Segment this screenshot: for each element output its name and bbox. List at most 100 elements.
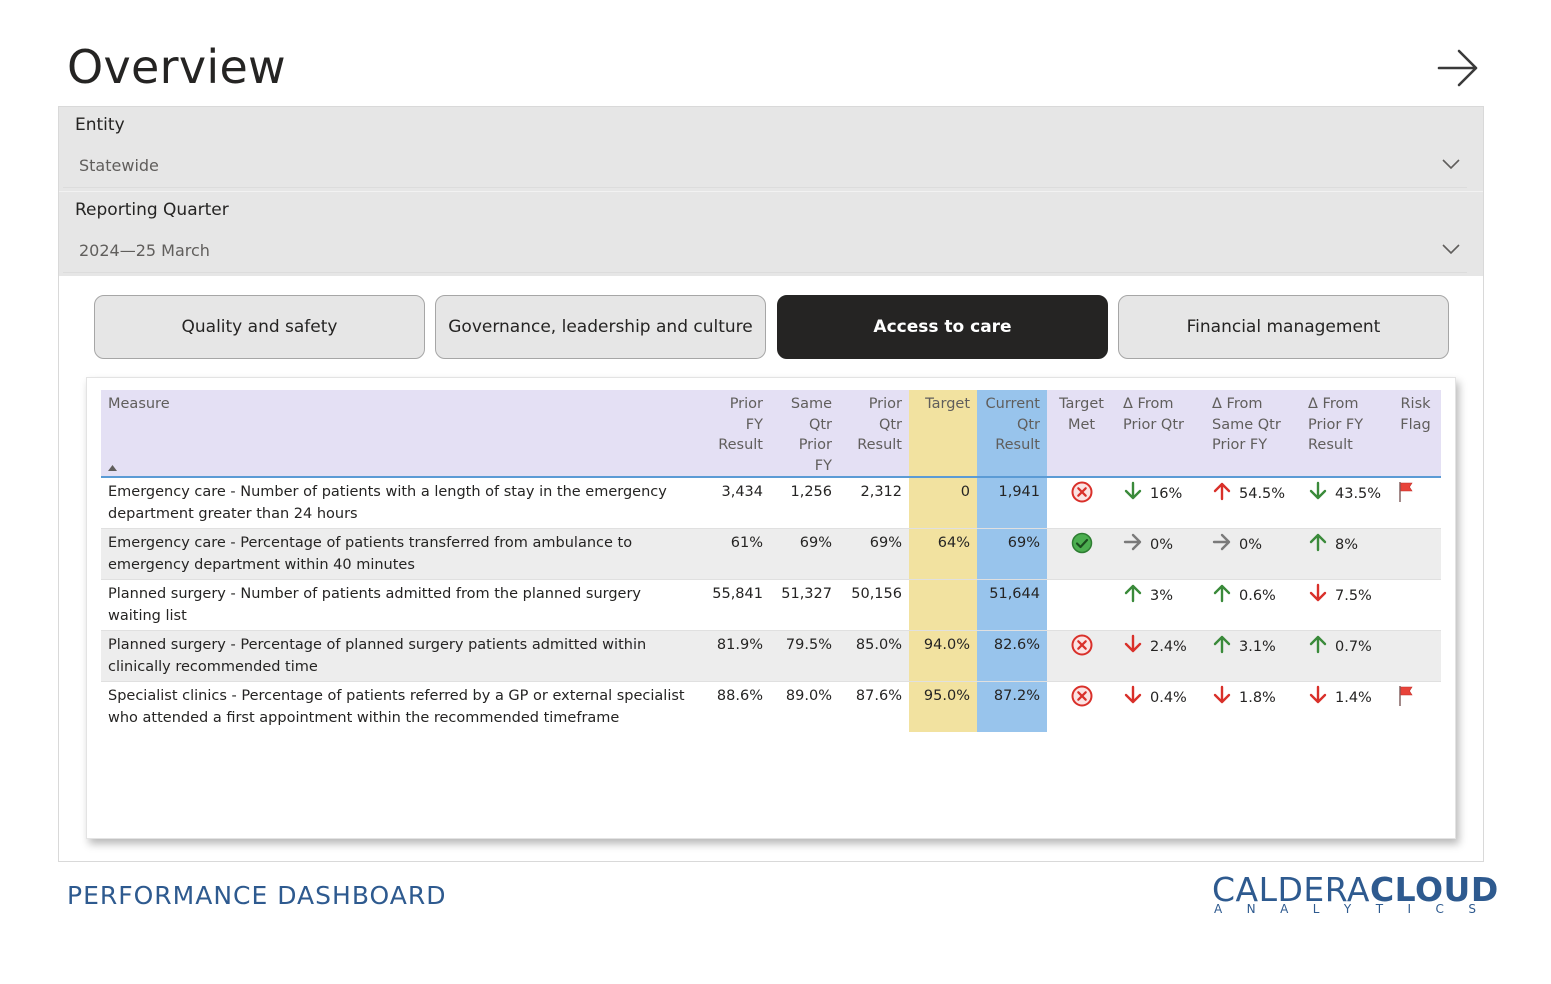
risk-flag-icon xyxy=(1399,686,1413,706)
delta-value: 1.4% xyxy=(1335,690,1372,706)
quarter-slicer: Reporting Quarter 2024—25 March xyxy=(59,192,1483,276)
cell-delta-prior-fy: 1.4% xyxy=(1301,682,1390,733)
logo-subtitle: ANALYTICS xyxy=(1214,902,1476,916)
cell-same-qtr: 69% xyxy=(770,528,839,580)
col-header-delta-same-qtr[interactable]: Δ From Same Qtr Prior FY xyxy=(1205,390,1301,478)
footer-title: PERFORMANCE DASHBOARD xyxy=(67,881,447,910)
delta-value: 0% xyxy=(1239,537,1263,553)
risk-flag-icon xyxy=(1399,482,1413,502)
cell-delta-prior-qtr: 2.4% xyxy=(1116,630,1205,682)
logo-subtitle-letter: A xyxy=(1280,902,1289,916)
entity-label: Entity xyxy=(75,115,125,135)
delta-value: 43.5% xyxy=(1335,486,1382,502)
cell-target-met xyxy=(1047,630,1116,682)
col-header-prior-fy[interactable]: Prior FY Result xyxy=(701,390,770,478)
cell-prior-qtr: 87.6% xyxy=(855,688,902,704)
col-header-delta-prior-fy[interactable]: Δ From Prior FY Result xyxy=(1301,390,1390,478)
table-row[interactable]: Planned surgery - Percentage of planned … xyxy=(101,630,1441,682)
cell-prior-fy: 3,434 xyxy=(721,484,763,500)
tab-financial-management[interactable]: Financial management xyxy=(1118,295,1449,359)
cell-risk-flag xyxy=(1390,477,1441,529)
col-header-target[interactable]: Target xyxy=(909,390,977,478)
cell-current: 87.2% xyxy=(977,681,1047,732)
arrow-right-icon[interactable] xyxy=(1434,44,1482,92)
arrow-down-icon xyxy=(1309,481,1327,500)
arrow-down-icon xyxy=(1309,685,1327,704)
cell-current: 69% xyxy=(977,528,1047,580)
delta-value: 0.7% xyxy=(1335,639,1372,655)
table-row[interactable]: Emergency care - Percentage of patients … xyxy=(101,528,1441,580)
delta-value: 2.4% xyxy=(1150,639,1187,655)
col-header-prior-qtr[interactable]: Prior Qtr Result xyxy=(839,390,909,478)
table-row[interactable]: Specialist clinics - Percentage of patie… xyxy=(101,681,1441,733)
target-missed-x-icon xyxy=(1071,481,1092,503)
col-header-risk-flag[interactable]: Risk Flag xyxy=(1390,390,1441,478)
target-missed-x-icon xyxy=(1071,634,1092,656)
cell-risk-flag xyxy=(1390,528,1441,580)
cell-risk-flag xyxy=(1390,580,1441,631)
logo-subtitle-letter: I xyxy=(1407,902,1412,916)
chevron-down-icon xyxy=(1442,244,1460,255)
cell-measure: Planned surgery - Percentage of planned … xyxy=(101,630,701,682)
table-body: Emergency care - Number of patients with… xyxy=(101,477,1441,732)
cell-same-qtr: 79.5% xyxy=(770,630,839,682)
quarter-dropdown[interactable]: 2024—25 March xyxy=(63,230,1467,273)
cell-prior-fy: 81.9% xyxy=(701,630,770,682)
cell-delta-same-qtr: 3.1% xyxy=(1205,630,1301,682)
logo-subtitle-letter: L xyxy=(1312,902,1320,916)
cell-risk-flag xyxy=(1390,682,1441,733)
table-row[interactable]: Planned surgery - Number of patients adm… xyxy=(101,579,1441,631)
tab-access-to-care[interactable]: Access to care xyxy=(777,295,1108,359)
delta-value: 1.8% xyxy=(1239,690,1276,706)
cell-delta-same-qtr: 0% xyxy=(1205,528,1301,580)
logo-subtitle-letter: T xyxy=(1375,902,1384,916)
col-header-measure[interactable]: Measure xyxy=(101,390,701,478)
arrow-up-icon xyxy=(1124,584,1142,603)
cell-delta-prior-qtr: 3% xyxy=(1116,580,1205,631)
cell-target-met xyxy=(1047,580,1116,631)
cell-prior-fy: 88.6% xyxy=(716,688,763,704)
entity-dropdown[interactable]: Statewide xyxy=(63,145,1467,188)
tab-quality-and-safety[interactable]: Quality and safety xyxy=(94,295,425,359)
arrow-down-icon xyxy=(1309,583,1327,602)
col-header-target-met[interactable]: Target Met xyxy=(1047,390,1116,478)
arrow-up-icon xyxy=(1309,635,1327,654)
arrow-down-icon xyxy=(1124,685,1142,704)
entity-slicer: Entity Statewide xyxy=(59,107,1483,192)
cell-risk-flag xyxy=(1390,630,1441,682)
arrow-up-icon xyxy=(1213,635,1231,654)
cell-delta-prior-fy: 8% xyxy=(1301,528,1390,580)
cell-same-qtr: 1,256 xyxy=(790,484,832,500)
delta-value: 0% xyxy=(1150,537,1174,553)
measures-table-card: Measure Prior FY Result Same Qtr Prior F… xyxy=(86,377,1456,839)
arrow-flat-icon xyxy=(1212,533,1231,551)
delta-value: 7.5% xyxy=(1335,588,1372,604)
cell-target-met xyxy=(1047,477,1116,529)
tab-governance-leadership-culture[interactable]: Governance, leadership and culture xyxy=(435,295,766,359)
delta-value: 0.6% xyxy=(1239,588,1276,604)
chevron-down-icon xyxy=(1442,159,1460,170)
logo-subtitle-letter: C xyxy=(1435,902,1444,916)
col-header-delta-prior-qtr[interactable]: Δ From Prior Qtr xyxy=(1116,390,1205,478)
cell-prior-qtr: 2,312 xyxy=(860,484,902,500)
cell-prior-qtr: 85.0% xyxy=(839,630,909,682)
col-header-current[interactable]: Current Qtr Result xyxy=(977,390,1047,478)
arrow-up-icon xyxy=(1213,482,1231,501)
cell-current: 51,644 xyxy=(977,579,1047,631)
target-met-check-icon xyxy=(1071,532,1092,554)
delta-value: 0.4% xyxy=(1150,690,1187,706)
cell-delta-prior-qtr: 0% xyxy=(1116,528,1205,580)
entity-value: Statewide xyxy=(79,156,159,175)
table-row[interactable]: Emergency care - Number of patients with… xyxy=(101,477,1441,529)
col-header-same-qtr[interactable]: Same Qtr Prior FY xyxy=(770,390,839,478)
delta-value: 3.1% xyxy=(1239,639,1276,655)
col-header-measure-label: Measure xyxy=(108,396,170,412)
cell-target xyxy=(909,579,977,631)
cell-measure: Specialist clinics - Percentage of patie… xyxy=(108,688,685,726)
measures-table: Measure Prior FY Result Same Qtr Prior F… xyxy=(101,390,1441,732)
quarter-label: Reporting Quarter xyxy=(75,200,229,220)
cell-target: 94.0% xyxy=(909,630,977,682)
cell-delta-same-qtr: 1.8% xyxy=(1205,682,1301,733)
arrow-down-icon xyxy=(1213,685,1231,704)
quarter-value: 2024—25 March xyxy=(79,241,210,260)
